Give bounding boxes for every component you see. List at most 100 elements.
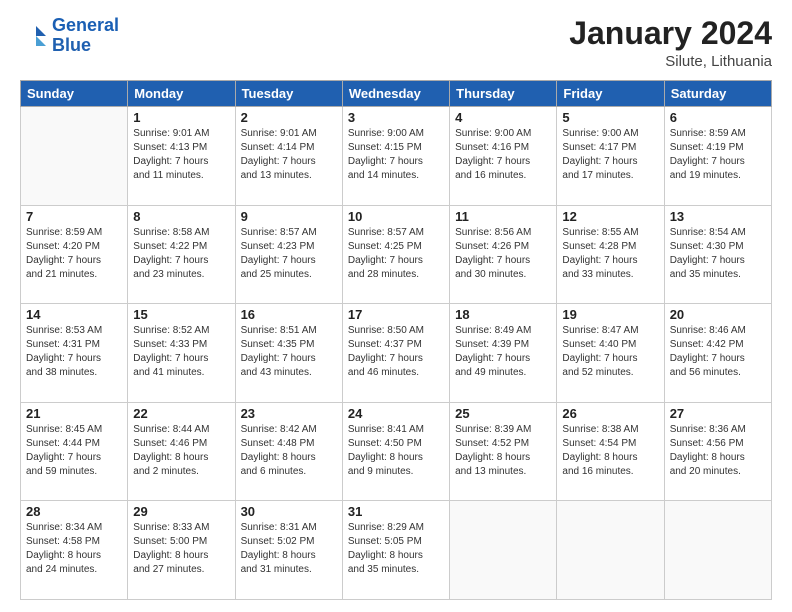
day-info: Sunrise: 8:53 AMSunset: 4:31 PMDaylight:… bbox=[26, 324, 122, 380]
day-number: 8 bbox=[133, 209, 229, 224]
day-number: 16 bbox=[241, 307, 337, 322]
day-number: 7 bbox=[26, 209, 122, 224]
day-number: 3 bbox=[348, 110, 444, 125]
day-info: Sunrise: 8:38 AMSunset: 4:54 PMDaylight:… bbox=[562, 423, 658, 479]
day-number: 28 bbox=[26, 504, 122, 519]
day-info: Sunrise: 8:47 AMSunset: 4:40 PMDaylight:… bbox=[562, 324, 658, 380]
main-title: January 2024 bbox=[569, 16, 772, 51]
day-number: 29 bbox=[133, 504, 229, 519]
day-info: Sunrise: 8:55 AMSunset: 4:28 PMDaylight:… bbox=[562, 226, 658, 282]
calendar-day-cell: 14 Sunrise: 8:53 AMSunset: 4:31 PMDayligh… bbox=[21, 304, 128, 403]
day-number: 9 bbox=[241, 209, 337, 224]
col-thursday: Thursday bbox=[450, 81, 557, 107]
day-number: 2 bbox=[241, 110, 337, 125]
calendar-day-cell: 25 Sunrise: 8:39 AMSunset: 4:52 PMDayligh… bbox=[450, 402, 557, 501]
calendar-day-cell: 19 Sunrise: 8:47 AMSunset: 4:40 PMDayligh… bbox=[557, 304, 664, 403]
calendar-week-row: 14 Sunrise: 8:53 AMSunset: 4:31 PMDayligh… bbox=[21, 304, 772, 403]
logo-text: General Blue bbox=[52, 16, 119, 56]
day-info: Sunrise: 8:42 AMSunset: 4:48 PMDaylight:… bbox=[241, 423, 337, 479]
day-info: Sunrise: 8:33 AMSunset: 5:00 PMDaylight:… bbox=[133, 521, 229, 577]
day-number: 31 bbox=[348, 504, 444, 519]
header: General Blue January 2024 Silute, Lithua… bbox=[20, 16, 772, 70]
day-number: 26 bbox=[562, 406, 658, 421]
calendar-day-cell: 26 Sunrise: 8:38 AMSunset: 4:54 PMDayligh… bbox=[557, 402, 664, 501]
col-monday: Monday bbox=[128, 81, 235, 107]
day-info: Sunrise: 8:49 AMSunset: 4:39 PMDaylight:… bbox=[455, 324, 551, 380]
day-number: 14 bbox=[26, 307, 122, 322]
day-number: 22 bbox=[133, 406, 229, 421]
logo: General Blue bbox=[20, 16, 119, 56]
day-number: 13 bbox=[670, 209, 766, 224]
day-number: 17 bbox=[348, 307, 444, 322]
calendar-day-cell: 5Sunrise: 9:00 AMSunset: 4:17 PMDaylight… bbox=[557, 107, 664, 206]
calendar-day-cell: 10Sunrise: 8:57 AMSunset: 4:25 PMDayligh… bbox=[342, 205, 449, 304]
day-number: 15 bbox=[133, 307, 229, 322]
day-info: Sunrise: 8:36 AMSunset: 4:56 PMDaylight:… bbox=[670, 423, 766, 479]
day-info: Sunrise: 8:58 AMSunset: 4:22 PMDaylight:… bbox=[133, 226, 229, 282]
day-number: 23 bbox=[241, 406, 337, 421]
calendar-day-cell: 2 Sunrise: 9:01 AMSunset: 4:14 PMDaylight… bbox=[235, 107, 342, 206]
day-info: Sunrise: 8:45 AMSunset: 4:44 PMDaylight:… bbox=[26, 423, 122, 479]
calendar-day-cell: 11 Sunrise: 8:56 AMSunset: 4:26 PMDayligh… bbox=[450, 205, 557, 304]
day-info: Sunrise: 8:56 AMSunset: 4:26 PMDaylight:… bbox=[455, 226, 551, 282]
col-friday: Friday bbox=[557, 81, 664, 107]
day-number: 27 bbox=[670, 406, 766, 421]
calendar-day-cell bbox=[557, 501, 664, 600]
calendar-week-row: 7Sunrise: 8:59 AMSunset: 4:20 PMDaylight… bbox=[21, 205, 772, 304]
day-info: Sunrise: 8:51 AMSunset: 4:35 PMDaylight:… bbox=[241, 324, 337, 380]
col-saturday: Saturday bbox=[664, 81, 771, 107]
logo-icon bbox=[20, 22, 48, 50]
calendar-day-cell: 21 Sunrise: 8:45 AMSunset: 4:44 PMDayligh… bbox=[21, 402, 128, 501]
subtitle: Silute, Lithuania bbox=[569, 53, 772, 70]
calendar-day-cell bbox=[21, 107, 128, 206]
day-info: Sunrise: 9:01 AMSunset: 4:13 PMDaylight:… bbox=[133, 127, 229, 183]
day-number: 25 bbox=[455, 406, 551, 421]
calendar-day-cell: 9 Sunrise: 8:57 AMSunset: 4:23 PMDaylight… bbox=[235, 205, 342, 304]
calendar-day-cell: 13Sunrise: 8:54 AMSunset: 4:30 PMDayligh… bbox=[664, 205, 771, 304]
calendar-day-cell: 29 Sunrise: 8:33 AMSunset: 5:00 PMDayligh… bbox=[128, 501, 235, 600]
day-number: 11 bbox=[455, 209, 551, 224]
calendar-day-cell: 1 Sunrise: 9:01 AMSunset: 4:13 PMDaylight… bbox=[128, 107, 235, 206]
day-number: 20 bbox=[670, 307, 766, 322]
calendar-header-row: Sunday Monday Tuesday Wednesday Thursday… bbox=[21, 81, 772, 107]
calendar-day-cell bbox=[450, 501, 557, 600]
day-number: 21 bbox=[26, 406, 122, 421]
day-info: Sunrise: 8:50 AMSunset: 4:37 PMDaylight:… bbox=[348, 324, 444, 380]
calendar-week-row: 28Sunrise: 8:34 AMSunset: 4:58 PMDayligh… bbox=[21, 501, 772, 600]
col-sunday: Sunday bbox=[21, 81, 128, 107]
day-info: Sunrise: 8:46 AMSunset: 4:42 PMDaylight:… bbox=[670, 324, 766, 380]
calendar-day-cell: 12Sunrise: 8:55 AMSunset: 4:28 PMDayligh… bbox=[557, 205, 664, 304]
day-info: Sunrise: 8:39 AMSunset: 4:52 PMDaylight:… bbox=[455, 423, 551, 479]
day-number: 6 bbox=[670, 110, 766, 125]
day-info: Sunrise: 9:01 AMSunset: 4:14 PMDaylight:… bbox=[241, 127, 337, 183]
day-info: Sunrise: 8:31 AMSunset: 5:02 PMDaylight:… bbox=[241, 521, 337, 577]
day-info: Sunrise: 8:59 AMSunset: 4:19 PMDaylight:… bbox=[670, 127, 766, 183]
calendar-day-cell: 31Sunrise: 8:29 AMSunset: 5:05 PMDayligh… bbox=[342, 501, 449, 600]
day-info: Sunrise: 9:00 AMSunset: 4:15 PMDaylight:… bbox=[348, 127, 444, 183]
calendar-day-cell: 4 Sunrise: 9:00 AMSunset: 4:16 PMDaylight… bbox=[450, 107, 557, 206]
calendar-day-cell: 8 Sunrise: 8:58 AMSunset: 4:22 PMDaylight… bbox=[128, 205, 235, 304]
day-number: 30 bbox=[241, 504, 337, 519]
calendar-day-cell: 20 Sunrise: 8:46 AMSunset: 4:42 PMDayligh… bbox=[664, 304, 771, 403]
calendar-day-cell: 24Sunrise: 8:41 AMSunset: 4:50 PMDayligh… bbox=[342, 402, 449, 501]
day-info: Sunrise: 8:52 AMSunset: 4:33 PMDaylight:… bbox=[133, 324, 229, 380]
logo-line2: Blue bbox=[52, 35, 91, 55]
day-info: Sunrise: 9:00 AMSunset: 4:16 PMDaylight:… bbox=[455, 127, 551, 183]
page: General Blue January 2024 Silute, Lithua… bbox=[0, 0, 792, 612]
calendar-day-cell: 3 Sunrise: 9:00 AMSunset: 4:15 PMDaylight… bbox=[342, 107, 449, 206]
day-info: Sunrise: 8:57 AMSunset: 4:23 PMDaylight:… bbox=[241, 226, 337, 282]
calendar-day-cell: 18Sunrise: 8:49 AMSunset: 4:39 PMDayligh… bbox=[450, 304, 557, 403]
calendar-day-cell: 6 Sunrise: 8:59 AMSunset: 4:19 PMDaylight… bbox=[664, 107, 771, 206]
calendar-day-cell: 15 Sunrise: 8:52 AMSunset: 4:33 PMDayligh… bbox=[128, 304, 235, 403]
calendar-day-cell: 28Sunrise: 8:34 AMSunset: 4:58 PMDayligh… bbox=[21, 501, 128, 600]
calendar-day-cell: 7Sunrise: 8:59 AMSunset: 4:20 PMDaylight… bbox=[21, 205, 128, 304]
day-number: 4 bbox=[455, 110, 551, 125]
logo-line1: General bbox=[52, 15, 119, 35]
day-number: 19 bbox=[562, 307, 658, 322]
calendar-day-cell: 17 Sunrise: 8:50 AMSunset: 4:37 PMDayligh… bbox=[342, 304, 449, 403]
calendar-day-cell: 27 Sunrise: 8:36 AMSunset: 4:56 PMDayligh… bbox=[664, 402, 771, 501]
day-number: 24 bbox=[348, 406, 444, 421]
day-number: 1 bbox=[133, 110, 229, 125]
calendar-day-cell: 30 Sunrise: 8:31 AMSunset: 5:02 PMDayligh… bbox=[235, 501, 342, 600]
calendar-day-cell bbox=[664, 501, 771, 600]
